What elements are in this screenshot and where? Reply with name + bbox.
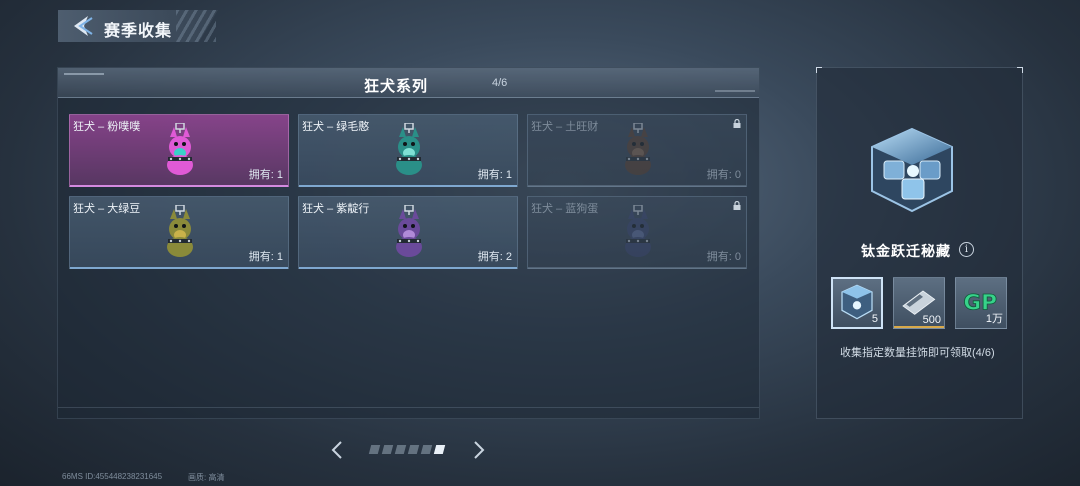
collection-card[interactable]: 狂犬 – 大绿豆拥有: 1: [69, 196, 289, 269]
reward-item[interactable]: 5: [831, 277, 883, 329]
mad-dog-charm-icon: [625, 123, 651, 175]
card-underline: [528, 267, 746, 269]
reward-item[interactable]: GP 1万: [955, 277, 1007, 329]
next-page-arrow-icon[interactable]: [472, 440, 486, 460]
collection-card[interactable]: 狂犬 – 紫靛行拥有: 2: [298, 196, 518, 269]
prev-page-arrow-icon[interactable]: [330, 440, 344, 460]
lock-icon: [733, 119, 741, 128]
page-indicator: [368, 445, 446, 454]
card-name: 狂犬 – 绿毛憨: [302, 121, 370, 133]
card-name: 狂犬 – 大绿豆: [73, 203, 141, 215]
card-owned-count: 拥有: 1: [248, 169, 283, 181]
card-underline: [299, 267, 517, 269]
corner-bracket: [1017, 67, 1023, 73]
card-name: 狂犬 – 紫靛行: [302, 203, 370, 215]
reward-quantity: 1万: [985, 313, 1003, 325]
graphics-quality-info: 画质: 高清: [188, 473, 225, 482]
info-icon[interactable]: i: [959, 242, 974, 257]
collection-card[interactable]: 狂犬 – 蓝狗蛋拥有: 0: [527, 196, 747, 269]
mad-dog-charm-icon: [167, 205, 193, 257]
latency-id-info: 66MS ID:455448238231645: [62, 472, 163, 481]
collection-card[interactable]: 狂犬 – 粉噗噗拥有: 1: [69, 114, 289, 187]
card-owned-count: 拥有: 0: [706, 251, 741, 263]
page-dot[interactable]: [407, 445, 420, 454]
page-dot[interactable]: [381, 445, 394, 454]
collection-card[interactable]: 狂犬 – 绿毛憨拥有: 1: [298, 114, 518, 187]
panel-header: 狂犬系列 4/6: [58, 68, 759, 98]
card-owned-count: 拥有: 2: [477, 251, 512, 263]
card-name: 狂犬 – 土旺财: [531, 121, 599, 133]
panel-decoration: [64, 73, 104, 75]
card-underline: [299, 185, 517, 187]
reward-item[interactable]: 500: [893, 277, 945, 329]
mad-dog-charm-icon: [167, 123, 193, 175]
page-dot[interactable]: [368, 445, 381, 454]
card-underline: [70, 267, 288, 269]
back-arrow-icon[interactable]: [68, 14, 94, 38]
card-owned-count: 拥有: 0: [706, 169, 741, 181]
collection-card[interactable]: 狂犬 – 土旺财拥有: 0: [527, 114, 747, 187]
card-name: 狂犬 – 粉噗噗: [73, 121, 141, 133]
card-owned-count: 拥有: 1: [248, 251, 283, 263]
page-dot[interactable]: [420, 445, 433, 454]
page-dot[interactable]: [433, 445, 446, 454]
mad-dog-charm-icon: [396, 123, 422, 175]
collection-panel: 狂犬系列 4/6 狂犬 – 粉噗噗 拥有: 1 狂犬 – 绿毛憨 拥有: 1 狂犬 – …: [57, 67, 760, 419]
page-dot[interactable]: [394, 445, 407, 454]
treasure-chest-icon: [871, 127, 953, 213]
page-title: 赛季收集: [104, 23, 173, 40]
reward-title: 钛金跃迁秘藏: [861, 243, 951, 259]
card-name: 狂犬 – 蓝狗蛋: [531, 203, 599, 215]
panel-decoration: [715, 90, 755, 92]
rarity-bar: [894, 326, 944, 328]
mad-dog-charm-icon: [625, 205, 651, 257]
series-progress: 4/6: [492, 77, 508, 89]
corner-bracket: [816, 67, 822, 73]
series-title: 狂犬系列: [364, 78, 429, 95]
card-underline: [528, 185, 746, 187]
lock-icon: [733, 201, 741, 210]
card-owned-count: 拥有: 1: [477, 169, 512, 181]
reward-quantity: 500: [922, 314, 941, 326]
reward-description: 收集指定数量挂饰即可领取(4/6): [840, 347, 995, 359]
reward-quantity: 5: [871, 313, 878, 325]
mad-dog-charm-icon: [396, 205, 422, 257]
panel-divider: [58, 407, 759, 408]
header-stripes: [176, 10, 216, 42]
card-underline: [70, 185, 288, 187]
